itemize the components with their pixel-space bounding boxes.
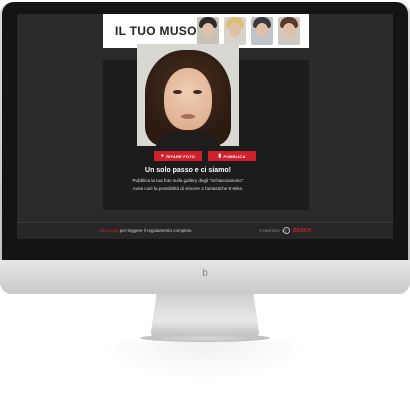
user-photo — [137, 44, 239, 146]
monitor-stand-base — [140, 334, 270, 342]
banner-face-thumbnail — [224, 17, 246, 45]
footer: Clicca qui per leggere il regolamento co… — [17, 222, 393, 239]
camera-icon: ● — [160, 153, 165, 159]
rules-link[interactable]: Clicca qui — [99, 228, 119, 233]
desktop-mockup: b IL TUO MUSO ● RIFARE FOTO ▮ PUBBLICA U… — [0, 0, 410, 403]
message-title: Un solo passo e ci siamo! — [145, 167, 231, 174]
footer-text: Clicca qui per leggere il regolamento co… — [99, 228, 193, 233]
bosch-brand: BOSCH — [293, 228, 312, 234]
publish-button[interactable]: ▮ PUBBLICA — [208, 151, 256, 161]
bosch-logo-icon — [283, 227, 290, 234]
banner-face-thumbnail — [278, 17, 300, 45]
monitor-stand — [150, 294, 260, 338]
floor-reflection — [100, 342, 310, 382]
banner-title: IL TUO MUSO — [115, 24, 197, 38]
banner-face-thumbnail — [197, 17, 219, 45]
message-line-2: Avrai così la possibilità di vincere 2 f… — [132, 186, 244, 191]
video-icon: ▮ — [218, 153, 222, 159]
header-banner: IL TUO MUSO — [103, 14, 309, 48]
monitor-logo: b — [202, 268, 208, 279]
retake-photo-button[interactable]: ● RIFARE FOTO — [154, 151, 202, 161]
banner-face-thumbnail — [251, 17, 273, 45]
message-line-1: Pubblica la tua foto sulla gallery degli… — [132, 178, 244, 183]
